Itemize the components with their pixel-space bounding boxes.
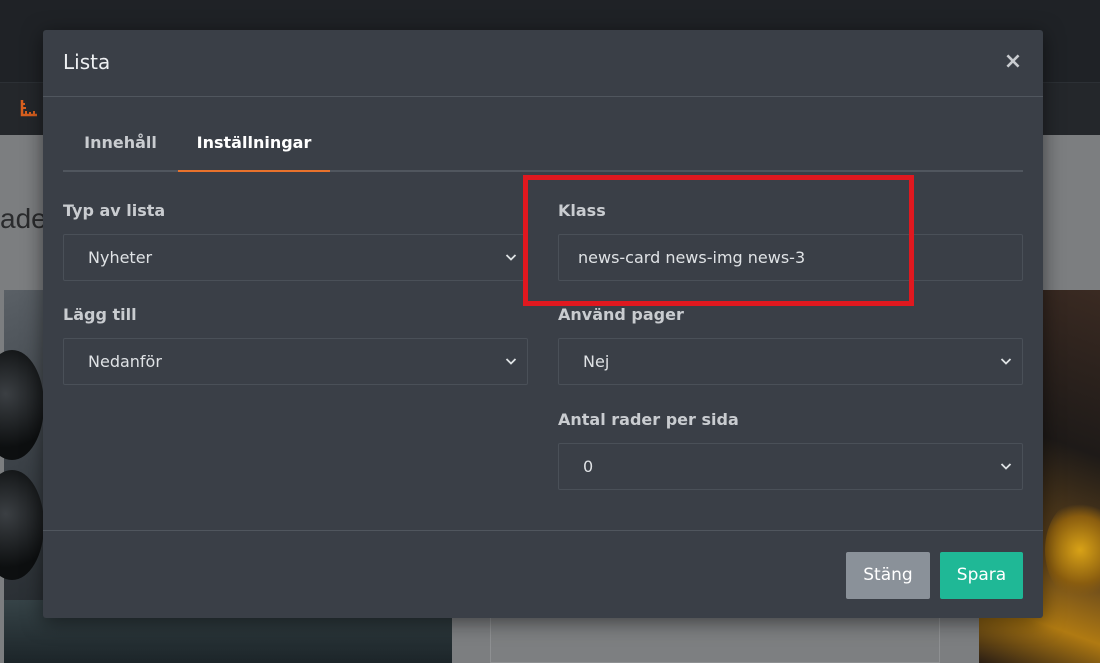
- list-type-value: Nyheter: [88, 248, 153, 267]
- rows-per-page-label: Antal rader per sida: [558, 410, 739, 429]
- save-button[interactable]: Spara: [940, 552, 1023, 599]
- use-pager-select[interactable]: Nej: [558, 338, 1023, 385]
- use-pager-value: Nej: [583, 352, 610, 371]
- tab-settings[interactable]: Inställningar: [178, 125, 330, 172]
- rows-per-page-value: 0: [583, 457, 594, 476]
- modal-header: Lista ×: [43, 30, 1043, 97]
- chevron-down-icon: [505, 358, 517, 365]
- rows-per-page-select[interactable]: 0: [558, 443, 1023, 490]
- ruler-icon[interactable]: [20, 99, 38, 117]
- list-type-label: Typ av lista: [63, 201, 166, 220]
- modal-tabs: Innehåll Inställningar: [63, 125, 1023, 172]
- list-settings-modal: Lista × Innehåll Inställningar Typ av li…: [43, 30, 1043, 618]
- chevron-down-icon: [1000, 463, 1012, 470]
- list-type-select[interactable]: Nyheter: [63, 234, 528, 281]
- page-heading-fragment: ade: [0, 203, 47, 234]
- add-position-select[interactable]: Nedanför: [63, 338, 528, 385]
- class-input[interactable]: news-card news-img news-3: [558, 234, 1023, 281]
- chevron-down-icon: [505, 254, 517, 261]
- use-pager-label: Använd pager: [558, 305, 684, 324]
- modal-footer: Stäng Spara: [43, 530, 1043, 618]
- add-position-value: Nedanför: [88, 352, 162, 371]
- add-position-label: Lägg till: [63, 305, 137, 324]
- tab-content[interactable]: Innehåll: [63, 125, 178, 172]
- class-label: Klass: [558, 201, 606, 220]
- chevron-down-icon: [1000, 358, 1012, 365]
- close-button[interactable]: Stäng: [846, 552, 930, 599]
- close-icon[interactable]: ×: [1003, 50, 1023, 74]
- modal-title: Lista: [63, 50, 111, 74]
